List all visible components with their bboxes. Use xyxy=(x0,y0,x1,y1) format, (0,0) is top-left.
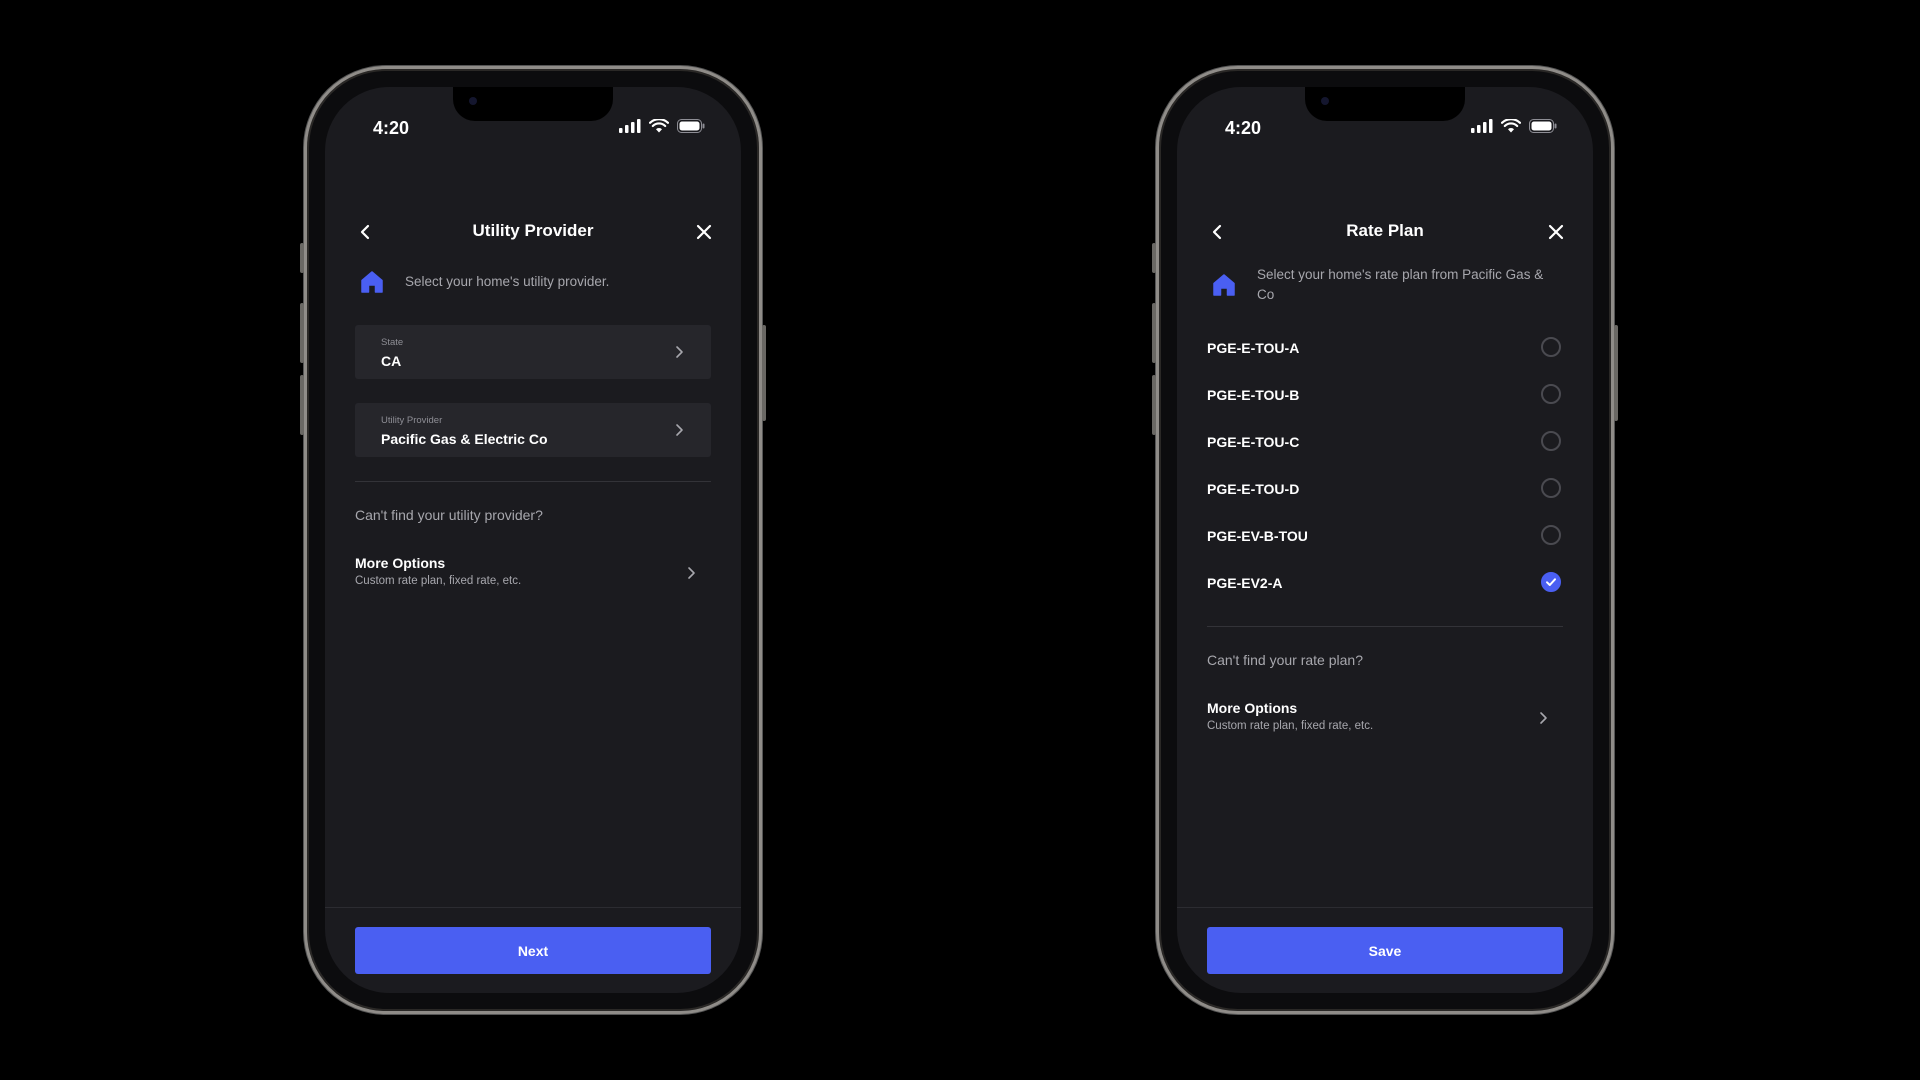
volume-down-button xyxy=(300,375,304,435)
radio-button[interactable] xyxy=(1541,525,1561,545)
nav-header: Rate Plan xyxy=(1177,219,1593,249)
volume-up-button xyxy=(300,303,304,363)
rate-plan-label: PGE-E-TOU-D xyxy=(1207,481,1300,497)
status-bar: 4:20 xyxy=(1177,101,1593,141)
more-options-row[interactable]: More Options Custom rate plan, fixed rat… xyxy=(355,555,711,595)
radio-button[interactable] xyxy=(1541,384,1561,404)
footer-divider xyxy=(1177,907,1593,908)
status-time: 4:20 xyxy=(1225,118,1262,138)
state-field-label: State xyxy=(381,337,404,348)
rate-plan-option[interactable]: PGE-E-TOU-C xyxy=(1207,431,1563,455)
utility-provider-screen: 4:20 Utility Provider Select your home's… xyxy=(325,87,741,993)
mute-switch xyxy=(300,243,304,273)
page-title: Utility Provider xyxy=(472,221,594,240)
cellular-signal-icon xyxy=(619,119,641,133)
intro-row: Select your home's utility provider. xyxy=(355,269,711,295)
rate-plan-label: PGE-EV-B-TOU xyxy=(1207,528,1308,544)
battery-icon xyxy=(1529,119,1557,133)
rate-plan-screen: 4:20 Rate Plan Select your home's rate p… xyxy=(1177,87,1593,993)
home-icon xyxy=(1213,274,1235,296)
footer-divider xyxy=(325,907,741,908)
more-options-subtitle: Custom rate plan, fixed rate, etc. xyxy=(1207,720,1374,732)
state-field-value: CA xyxy=(381,353,402,369)
battery-icon xyxy=(677,119,705,133)
page-title: Rate Plan xyxy=(1346,221,1424,240)
next-button[interactable]: Next xyxy=(355,927,711,974)
more-options-title: More Options xyxy=(355,555,446,571)
chevron-right-icon xyxy=(688,567,695,579)
provider-field-value: Pacific Gas & Electric Co xyxy=(381,431,548,447)
close-icon[interactable] xyxy=(693,221,715,243)
mute-switch xyxy=(1152,243,1156,273)
rate-plan-option[interactable]: PGE-EV-B-TOU xyxy=(1207,525,1563,549)
rate-plan-label: PGE-E-TOU-A xyxy=(1207,340,1300,356)
radio-button[interactable] xyxy=(1541,431,1561,451)
system-icons xyxy=(1471,119,1557,133)
save-button[interactable]: Save xyxy=(1207,927,1563,974)
more-options-row[interactable]: More Options Custom rate plan, fixed rat… xyxy=(1207,700,1563,740)
provider-field-label: Utility Provider xyxy=(381,415,443,426)
chevron-right-icon xyxy=(676,424,683,436)
rate-plan-label: PGE-EV2-A xyxy=(1207,575,1283,591)
status-bar: 4:20 xyxy=(325,101,741,141)
radio-button-checked[interactable] xyxy=(1541,572,1561,592)
radio-button[interactable] xyxy=(1541,337,1561,357)
volume-up-button xyxy=(1152,303,1156,363)
wifi-icon xyxy=(1501,119,1521,133)
status-time: 4:20 xyxy=(373,118,410,138)
more-options-title: More Options xyxy=(1207,700,1298,716)
intro-text: Select your home's utility provider. xyxy=(405,274,610,289)
phone-frame-right: 4:20 Rate Plan Select your home's rate p… xyxy=(1152,66,1618,1014)
rate-plan-option[interactable]: PGE-E-TOU-B xyxy=(1207,384,1563,408)
chevron-right-icon xyxy=(1540,712,1547,724)
checkmark-icon xyxy=(1546,578,1556,586)
cellular-signal-icon xyxy=(1471,119,1493,133)
state-field[interactable]: State CA xyxy=(355,325,711,379)
wifi-icon xyxy=(649,119,669,133)
chevron-right-icon xyxy=(676,346,683,358)
phone-frame-left: 4:20 Utility Provider Select your home's… xyxy=(300,66,766,1014)
power-button xyxy=(762,325,766,421)
rate-plan-option[interactable]: PGE-E-TOU-D xyxy=(1207,478,1563,502)
rate-plan-label: PGE-E-TOU-B xyxy=(1207,387,1300,403)
power-button xyxy=(1614,325,1618,421)
cant-find-text: Can't find your utility provider? xyxy=(355,507,543,523)
cant-find-text: Can't find your rate plan? xyxy=(1207,652,1363,668)
rate-plan-option-selected[interactable]: PGE-EV2-A xyxy=(1207,572,1563,596)
section-divider xyxy=(1207,626,1563,627)
system-icons xyxy=(619,119,705,133)
rate-plan-option[interactable]: PGE-E-TOU-A xyxy=(1207,337,1563,361)
more-options-subtitle: Custom rate plan, fixed rate, etc. xyxy=(355,575,522,587)
utility-provider-field[interactable]: Utility Provider Pacific Gas & Electric … xyxy=(355,403,711,457)
home-icon xyxy=(361,271,383,293)
nav-header: Utility Provider xyxy=(325,219,741,249)
volume-down-button xyxy=(1152,375,1156,435)
radio-button[interactable] xyxy=(1541,478,1561,498)
intro-text: Select your home's rate plan from Pacifi… xyxy=(1257,267,1544,302)
close-icon[interactable] xyxy=(1545,221,1567,243)
section-divider xyxy=(355,481,711,482)
rate-plan-label: PGE-E-TOU-C xyxy=(1207,434,1300,450)
intro-row: Select your home's rate plan from Pacifi… xyxy=(1207,265,1563,305)
